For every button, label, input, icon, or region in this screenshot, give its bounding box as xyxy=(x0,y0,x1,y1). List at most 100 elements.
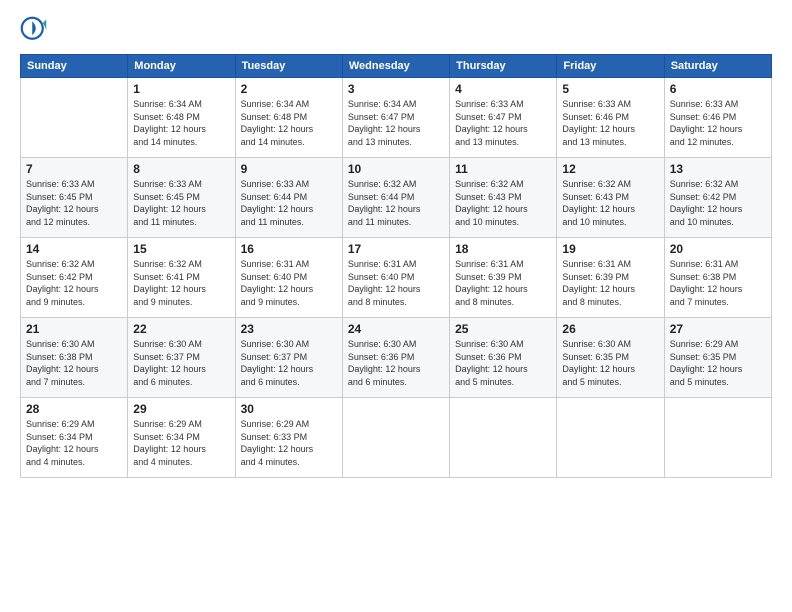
calendar-header-sunday: Sunday xyxy=(21,55,128,78)
calendar-header-saturday: Saturday xyxy=(664,55,771,78)
day-info: Sunrise: 6:29 AM Sunset: 6:34 PM Dayligh… xyxy=(26,418,122,468)
calendar-cell: 5 Sunrise: 6:33 AM Sunset: 6:46 PM Daylig… xyxy=(557,78,664,158)
day-number: 25 xyxy=(455,322,551,336)
calendar-week-1: 7 Sunrise: 6:33 AM Sunset: 6:45 PM Daylig… xyxy=(21,158,772,238)
day-info: Sunrise: 6:30 AM Sunset: 6:35 PM Dayligh… xyxy=(562,338,658,388)
calendar-cell: 25 Sunrise: 6:30 AM Sunset: 6:36 PM Dayli… xyxy=(450,318,557,398)
day-number: 14 xyxy=(26,242,122,256)
day-number: 2 xyxy=(241,82,337,96)
day-number: 8 xyxy=(133,162,229,176)
calendar-header-monday: Monday xyxy=(128,55,235,78)
calendar-header-friday: Friday xyxy=(557,55,664,78)
calendar-cell: 20Sunrise: 6:31 AM Sunset: 6:38 PM Dayli… xyxy=(664,238,771,318)
day-info: Sunrise: 6:30 AM Sunset: 6:37 PM Dayligh… xyxy=(133,338,229,388)
day-info: Sunrise: 6:32 AM Sunset: 6:42 PM Dayligh… xyxy=(26,258,122,308)
calendar-cell: 17 Sunrise: 6:31 AM Sunset: 6:40 PM Dayli… xyxy=(342,238,449,318)
calendar-cell: 9Sunrise: 6:33 AM Sunset: 6:44 PM Daylig… xyxy=(235,158,342,238)
calendar-week-2: 14 Sunrise: 6:32 AM Sunset: 6:42 PM Dayli… xyxy=(21,238,772,318)
calendar-cell: 21 Sunrise: 6:30 AM Sunset: 6:38 PM Dayli… xyxy=(21,318,128,398)
logo-icon xyxy=(20,16,48,44)
day-info: Sunrise: 6:31 AM Sunset: 6:38 PM Dayligh… xyxy=(670,258,766,308)
page: SundayMondayTuesdayWednesdayThursdayFrid… xyxy=(0,0,792,612)
day-info: Sunrise: 6:31 AM Sunset: 6:39 PM Dayligh… xyxy=(455,258,551,308)
calendar-week-3: 21 Sunrise: 6:30 AM Sunset: 6:38 PM Dayli… xyxy=(21,318,772,398)
day-info: Sunrise: 6:33 AM Sunset: 6:46 PM Dayligh… xyxy=(562,98,658,148)
day-info: Sunrise: 6:31 AM Sunset: 6:40 PM Dayligh… xyxy=(348,258,444,308)
day-info: Sunrise: 6:29 AM Sunset: 6:34 PM Dayligh… xyxy=(133,418,229,468)
calendar-cell: 29 Sunrise: 6:29 AM Sunset: 6:34 PM Dayli… xyxy=(128,398,235,478)
day-number: 24 xyxy=(348,322,444,336)
day-number: 18 xyxy=(455,242,551,256)
day-info: Sunrise: 6:31 AM Sunset: 6:40 PM Dayligh… xyxy=(241,258,337,308)
day-number: 11 xyxy=(455,162,551,176)
day-info: Sunrise: 6:30 AM Sunset: 6:36 PM Dayligh… xyxy=(455,338,551,388)
day-number: 5 xyxy=(562,82,658,96)
calendar-cell xyxy=(21,78,128,158)
day-number: 30 xyxy=(241,402,337,416)
calendar-cell xyxy=(664,398,771,478)
calendar-cell: 14 Sunrise: 6:32 AM Sunset: 6:42 PM Dayli… xyxy=(21,238,128,318)
day-number: 6 xyxy=(670,82,766,96)
day-info: Sunrise: 6:34 AM Sunset: 6:47 PM Dayligh… xyxy=(348,98,444,148)
day-info: Sunrise: 6:30 AM Sunset: 6:38 PM Dayligh… xyxy=(26,338,122,388)
calendar-cell: 12Sunrise: 6:32 AM Sunset: 6:43 PM Dayli… xyxy=(557,158,664,238)
day-info: Sunrise: 6:29 AM Sunset: 6:33 PM Dayligh… xyxy=(241,418,337,468)
day-info: Sunrise: 6:33 AM Sunset: 6:47 PM Dayligh… xyxy=(455,98,551,148)
day-number: 22 xyxy=(133,322,229,336)
calendar-cell: 4 Sunrise: 6:33 AM Sunset: 6:47 PM Daylig… xyxy=(450,78,557,158)
day-info: Sunrise: 6:32 AM Sunset: 6:44 PM Dayligh… xyxy=(348,178,444,228)
day-info: Sunrise: 6:33 AM Sunset: 6:45 PM Dayligh… xyxy=(133,178,229,228)
calendar-cell: 7 Sunrise: 6:33 AM Sunset: 6:45 PM Daylig… xyxy=(21,158,128,238)
calendar-cell: 16 Sunrise: 6:31 AM Sunset: 6:40 PM Dayli… xyxy=(235,238,342,318)
calendar-cell: 13 Sunrise: 6:32 AM Sunset: 6:42 PM Dayli… xyxy=(664,158,771,238)
day-info: Sunrise: 6:32 AM Sunset: 6:43 PM Dayligh… xyxy=(562,178,658,228)
day-info: Sunrise: 6:30 AM Sunset: 6:36 PM Dayligh… xyxy=(348,338,444,388)
day-info: Sunrise: 6:34 AM Sunset: 6:48 PM Dayligh… xyxy=(241,98,337,148)
day-number: 29 xyxy=(133,402,229,416)
calendar-cell: 19Sunrise: 6:31 AM Sunset: 6:39 PM Dayli… xyxy=(557,238,664,318)
day-info: Sunrise: 6:33 AM Sunset: 6:45 PM Dayligh… xyxy=(26,178,122,228)
day-info: Sunrise: 6:33 AM Sunset: 6:46 PM Dayligh… xyxy=(670,98,766,148)
calendar-week-4: 28Sunrise: 6:29 AM Sunset: 6:34 PM Dayli… xyxy=(21,398,772,478)
calendar-cell: 27Sunrise: 6:29 AM Sunset: 6:35 PM Dayli… xyxy=(664,318,771,398)
calendar-cell: 15Sunrise: 6:32 AM Sunset: 6:41 PM Dayli… xyxy=(128,238,235,318)
calendar-cell: 10Sunrise: 6:32 AM Sunset: 6:44 PM Dayli… xyxy=(342,158,449,238)
calendar-cell: 2 Sunrise: 6:34 AM Sunset: 6:48 PM Daylig… xyxy=(235,78,342,158)
calendar-cell: 26 Sunrise: 6:30 AM Sunset: 6:35 PM Dayli… xyxy=(557,318,664,398)
day-info: Sunrise: 6:30 AM Sunset: 6:37 PM Dayligh… xyxy=(241,338,337,388)
day-info: Sunrise: 6:32 AM Sunset: 6:41 PM Dayligh… xyxy=(133,258,229,308)
calendar-cell: 28Sunrise: 6:29 AM Sunset: 6:34 PM Dayli… xyxy=(21,398,128,478)
header xyxy=(20,16,772,44)
calendar-header-tuesday: Tuesday xyxy=(235,55,342,78)
day-number: 7 xyxy=(26,162,122,176)
calendar-cell: 3 Sunrise: 6:34 AM Sunset: 6:47 PM Daylig… xyxy=(342,78,449,158)
day-number: 9 xyxy=(241,162,337,176)
day-number: 1 xyxy=(133,82,229,96)
calendar-cell xyxy=(557,398,664,478)
calendar-cell xyxy=(450,398,557,478)
calendar-cell: 11 Sunrise: 6:32 AM Sunset: 6:43 PM Dayli… xyxy=(450,158,557,238)
calendar-cell: 18 Sunrise: 6:31 AM Sunset: 6:39 PM Dayli… xyxy=(450,238,557,318)
logo xyxy=(20,16,52,44)
calendar-week-0: 1 Sunrise: 6:34 AM Sunset: 6:48 PM Daylig… xyxy=(21,78,772,158)
day-number: 3 xyxy=(348,82,444,96)
day-info: Sunrise: 6:31 AM Sunset: 6:39 PM Dayligh… xyxy=(562,258,658,308)
day-number: 23 xyxy=(241,322,337,336)
day-number: 27 xyxy=(670,322,766,336)
day-number: 26 xyxy=(562,322,658,336)
day-number: 21 xyxy=(26,322,122,336)
day-info: Sunrise: 6:34 AM Sunset: 6:48 PM Dayligh… xyxy=(133,98,229,148)
day-info: Sunrise: 6:32 AM Sunset: 6:42 PM Dayligh… xyxy=(670,178,766,228)
calendar-header-wednesday: Wednesday xyxy=(342,55,449,78)
calendar-cell: 8 Sunrise: 6:33 AM Sunset: 6:45 PM Daylig… xyxy=(128,158,235,238)
day-number: 4 xyxy=(455,82,551,96)
day-number: 13 xyxy=(670,162,766,176)
calendar-cell: 22 Sunrise: 6:30 AM Sunset: 6:37 PM Dayli… xyxy=(128,318,235,398)
day-number: 17 xyxy=(348,242,444,256)
calendar-table: SundayMondayTuesdayWednesdayThursdayFrid… xyxy=(20,54,772,478)
calendar-cell: 23 Sunrise: 6:30 AM Sunset: 6:37 PM Dayli… xyxy=(235,318,342,398)
calendar-cell: 1 Sunrise: 6:34 AM Sunset: 6:48 PM Daylig… xyxy=(128,78,235,158)
day-number: 16 xyxy=(241,242,337,256)
day-info: Sunrise: 6:32 AM Sunset: 6:43 PM Dayligh… xyxy=(455,178,551,228)
calendar-cell xyxy=(342,398,449,478)
